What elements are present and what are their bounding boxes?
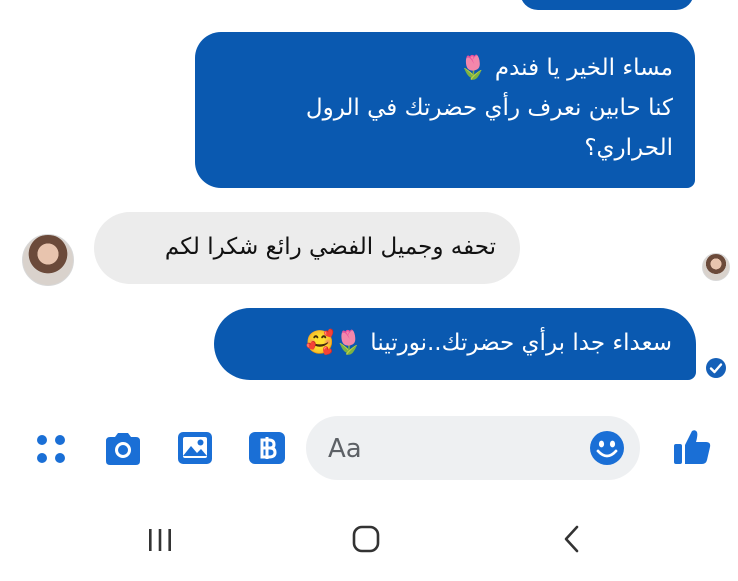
seen-avatar: [702, 253, 730, 281]
delivered-check-icon: [706, 358, 726, 378]
previous-message-bubble[interactable]: [520, 0, 694, 10]
gif-icon[interactable]: [247, 430, 287, 466]
message-line: كنا حابين نعرف رأي حضرتك في الرول: [305, 95, 673, 121]
sender-avatar[interactable]: [22, 234, 74, 286]
message-input[interactable]: [326, 429, 590, 469]
emoji-icon[interactable]: [589, 430, 625, 466]
thumbs-up-icon[interactable]: [672, 427, 712, 467]
message-line: تحفه وجميل الفضي رائع شكرا لكم: [164, 234, 496, 260]
message-line: مساء الخير يا فندم 🌷: [458, 55, 673, 81]
gallery-icon[interactable]: [176, 430, 214, 466]
message-line: سعداء جدا برأي حضرتك..نورتينا 🌷🥰: [305, 330, 672, 356]
apps-icon[interactable]: [34, 432, 68, 466]
recent-apps-button[interactable]: [145, 526, 175, 554]
home-button[interactable]: [350, 523, 382, 555]
incoming-message-bubble[interactable]: تحفه وجميل الفضي رائع شكرا لكم: [94, 212, 520, 284]
message-line: الحراري؟: [584, 135, 673, 161]
outgoing-message-bubble[interactable]: مساء الخير يا فندم 🌷 كنا حابين نعرف رأي …: [195, 32, 695, 188]
camera-icon[interactable]: [102, 431, 144, 467]
back-button[interactable]: [560, 524, 584, 554]
outgoing-message-bubble[interactable]: سعداء جدا برأي حضرتك..نورتينا 🌷🥰: [214, 308, 696, 380]
message-composer[interactable]: [306, 416, 640, 480]
